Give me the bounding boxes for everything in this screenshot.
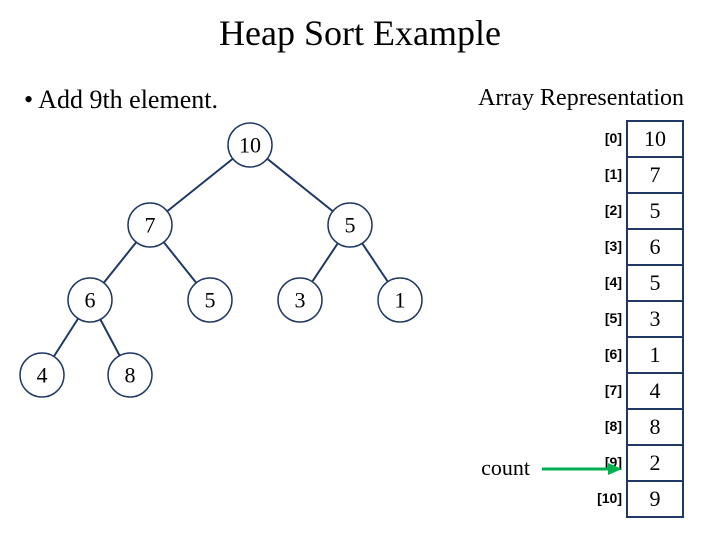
svg-text:6: 6 (85, 288, 96, 313)
svg-text:1: 1 (395, 288, 406, 313)
step-bullet: • Add 9th element. (24, 85, 218, 115)
array-index: [8] (597, 408, 622, 444)
tree-node: 8 (108, 353, 152, 397)
svg-text:5: 5 (205, 288, 216, 313)
array-cell: 1 (627, 337, 683, 373)
array-index: [3] (597, 228, 622, 264)
svg-text:8: 8 (125, 363, 136, 388)
svg-text:5: 5 (345, 213, 356, 238)
svg-text:3: 3 (295, 288, 306, 313)
array-cell: 5 (627, 193, 683, 229)
tree-node: 10 (228, 123, 272, 167)
heap-tree-diagram: 10 7 5 6 5 3 1 4 8 (10, 115, 450, 415)
array-index: [7] (597, 372, 622, 408)
array-cell: 10 (627, 121, 683, 157)
tree-node: 6 (68, 278, 112, 322)
svg-text:10: 10 (239, 133, 261, 158)
array-cell: 6 (627, 229, 683, 265)
array-index: [0] (597, 120, 622, 156)
array-cell: 2 (627, 445, 683, 481)
tree-node: 4 (20, 353, 64, 397)
svg-text:4: 4 (37, 363, 48, 388)
page-title: Heap Sort Example (0, 12, 720, 54)
array-table: 107565314829 (626, 120, 684, 518)
array-index: [10] (597, 480, 622, 516)
array-cell: 7 (627, 157, 683, 193)
count-arrow-icon (542, 462, 622, 481)
array-repr-label: Array Representation (478, 85, 684, 112)
array-index: [2] (597, 192, 622, 228)
array-index: [5] (597, 300, 622, 336)
array-cell: 5 (627, 265, 683, 301)
tree-node: 3 (278, 278, 322, 322)
tree-node: 1 (378, 278, 422, 322)
array-index: [6] (597, 336, 622, 372)
array-index: [4] (597, 264, 622, 300)
array-cell: 9 (627, 481, 683, 517)
array-index-column: [0][1][2][3][4][5][6][7][8][9][10] (597, 120, 622, 516)
tree-node: 5 (328, 203, 372, 247)
count-label: count (481, 455, 530, 481)
tree-node: 5 (188, 278, 232, 322)
svg-text:7: 7 (145, 213, 156, 238)
array-index: [1] (597, 156, 622, 192)
tree-node: 7 (128, 203, 172, 247)
array-cell: 8 (627, 409, 683, 445)
array-cell: 4 (627, 373, 683, 409)
array-cell: 3 (627, 301, 683, 337)
